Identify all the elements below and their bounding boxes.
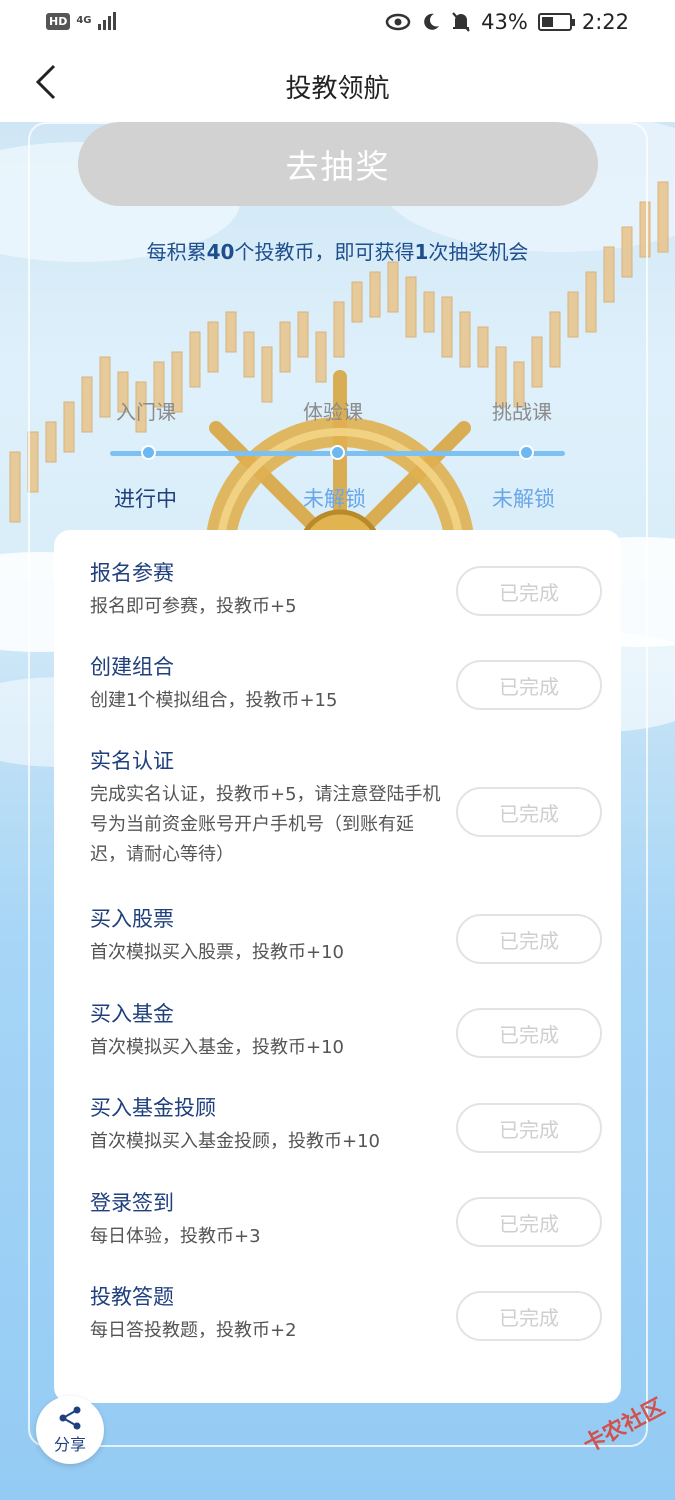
progress-dot-1 [141, 445, 156, 460]
status-bar: HD 4G 43% 2:22 [0, 0, 675, 46]
course-label-challenge: 挑战课 [492, 400, 552, 424]
network-type: 4G [76, 15, 92, 26]
share-button[interactable]: 分享 [36, 1396, 104, 1464]
task-desc: 创建1个模拟组合，投教币+15 [90, 690, 338, 711]
course-label-beginner: 入门课 [116, 400, 176, 424]
task-title: 实名认证 [90, 749, 174, 773]
course-status-challenge[interactable]: 未解锁 [492, 483, 555, 513]
task-signup-done-button[interactable]: 已完成 [456, 566, 602, 616]
task-desc: 每日答投教题，投教币+2 [90, 1320, 297, 1341]
hd-badge: HD [46, 12, 71, 30]
page-title: 投教领航 [285, 74, 390, 104]
task-quiz-done-button[interactable]: 已完成 [456, 1291, 602, 1341]
task-desc: 首次模拟买入基金，投教币+10 [90, 1037, 344, 1058]
course-status-beginner[interactable]: 进行中 [114, 483, 177, 513]
task-desc: 首次模拟买入基金投顾，投教币+10 [90, 1131, 380, 1152]
task-desc: 首次模拟买入股票，投教币+10 [90, 942, 344, 963]
task-buy-fund-done-button[interactable]: 已完成 [456, 1008, 602, 1058]
mute-bell-icon [452, 12, 470, 32]
progress-dot-2 [330, 445, 345, 460]
share-icon [59, 1406, 81, 1429]
lottery-button[interactable]: 去抽奖 [78, 122, 598, 206]
moon-icon [424, 13, 440, 30]
course-label-experience: 体验课 [303, 400, 363, 424]
lottery-tip: 每积累40个投教币，即可获得1次抽奖机会 [146, 240, 529, 264]
battery-icon [537, 13, 575, 31]
task-desc: 每日体验，投教币+3 [90, 1226, 261, 1247]
battery-percent: 43% [481, 10, 528, 34]
share-label: 分享 [53, 1434, 86, 1454]
task-create-portfolio-done-button[interactable]: 已完成 [456, 660, 602, 710]
task-desc: 完成实名认证，投教币+5，请注意登陆手机号为当前资金账号开户手机号（到账有延迟，… [90, 784, 441, 865]
task-card: 报名参赛 报名即可参赛，投教币+5 已完成 创建组合 创建1个模拟组合，投教币+… [54, 530, 621, 1403]
progress-dot-3 [519, 445, 534, 460]
task-real-name-done-button[interactable]: 已完成 [456, 787, 602, 837]
clock: 2:22 [581, 10, 629, 34]
course-status-experience[interactable]: 未解锁 [303, 483, 366, 513]
task-desc: 报名即可参赛，投教币+5 [90, 596, 297, 617]
signal-icon [97, 12, 116, 30]
task-daily-checkin-done-button[interactable]: 已完成 [456, 1197, 602, 1247]
nav-header: 投教领航 [0, 46, 675, 122]
task-buy-fund-advisor-done-button[interactable]: 已完成 [456, 1103, 602, 1153]
eye-icon [385, 13, 411, 31]
task-buy-stock-done-button[interactable]: 已完成 [456, 914, 602, 964]
